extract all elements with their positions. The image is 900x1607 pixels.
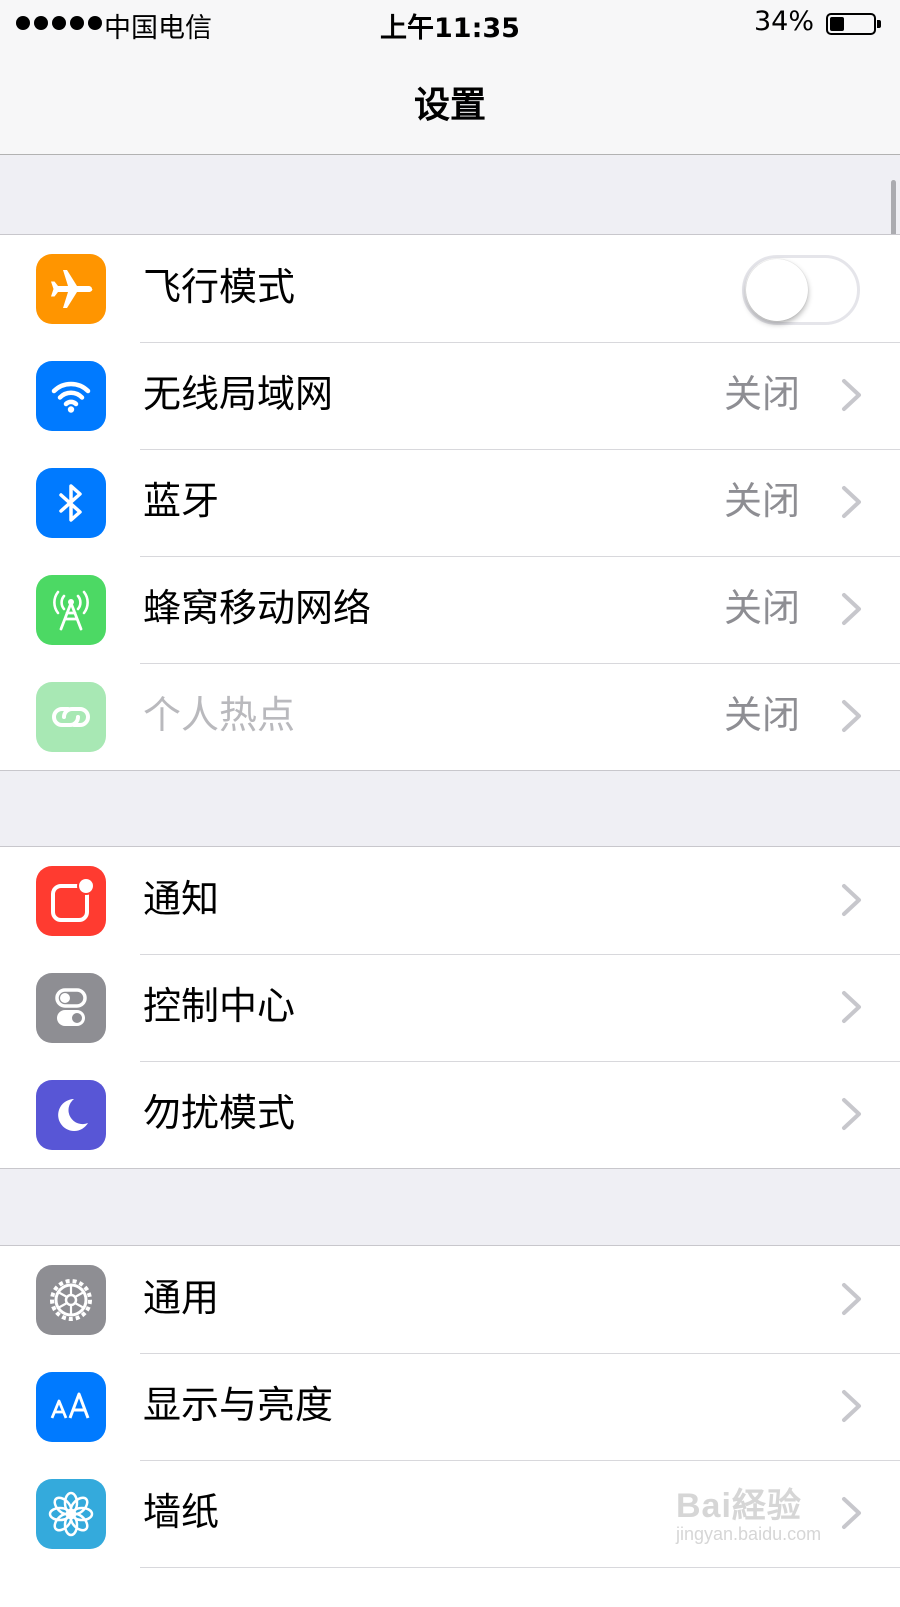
settings-row-value: 关闭	[723, 586, 800, 630]
settings-row-label: 显示与亮度	[143, 1383, 334, 1427]
battery-fill	[830, 17, 844, 31]
settings-row-notifications[interactable]: 通知	[0, 847, 900, 954]
chevron-right-icon	[842, 991, 861, 1023]
battery-icon	[826, 13, 881, 35]
wifi-icon	[36, 361, 106, 431]
settings-row-cellular[interactable]: 蜂窝移动网络 关闭	[0, 556, 900, 663]
settings-row-value: 关闭	[723, 693, 800, 737]
chevron-right-icon	[842, 1283, 861, 1315]
moon-icon	[36, 1080, 106, 1150]
settings-row-value: 关闭	[723, 372, 800, 416]
page-title: 设置	[413, 85, 486, 126]
watermark-site: jingyan.baidu.com	[676, 1524, 822, 1544]
chevron-right-icon	[842, 700, 861, 732]
navigation-bar: 设置	[0, 50, 900, 155]
airplane-icon	[36, 254, 106, 324]
chevron-right-icon	[842, 593, 861, 625]
settings-row-display-brightness[interactable]: 显示与亮度	[0, 1353, 900, 1460]
settings-row-general[interactable]: 通用	[0, 1246, 900, 1353]
hotspot-chain-icon	[36, 682, 106, 752]
airplane-mode-toggle[interactable]	[742, 255, 860, 325]
chevron-right-icon	[842, 486, 861, 518]
flower-icon	[36, 1479, 106, 1549]
settings-row-label: 飞行模式	[143, 265, 296, 309]
settings-row-bluetooth[interactable]: 蓝牙 关闭	[0, 449, 900, 556]
settings-row-personal-hotspot[interactable]: 个人热点 关闭	[0, 663, 900, 770]
settings-row-label: 控制中心	[143, 984, 296, 1028]
settings-group-general: 通用 显示与亮度 墙纸	[0, 1245, 900, 1607]
settings-row-label: 无线局域网	[143, 372, 334, 416]
settings-row-control-center[interactable]: 控制中心	[0, 954, 900, 1061]
settings-row-label: 通知	[143, 877, 220, 921]
watermark: Bai経验 jingyan.baidu.com	[676, 1478, 876, 1550]
settings-group-notifications: 通知 控制中心 勿扰模式	[0, 846, 900, 1169]
settings-row-do-not-disturb[interactable]: 勿扰模式	[0, 1061, 900, 1168]
chevron-right-icon	[842, 884, 861, 916]
settings-row-partial	[0, 1567, 900, 1607]
settings-row-label: 个人热点	[143, 693, 296, 737]
chevron-right-icon	[842, 379, 861, 411]
settings-group-connectivity: 飞行模式 无线局域网 关闭 蓝牙 关闭 蜂窝移动网络 关闭 个人热点 关闭	[0, 234, 900, 771]
cellular-antenna-icon	[36, 575, 106, 645]
battery-percent: 34%	[753, 6, 814, 37]
settings-row-label: 蓝牙	[143, 479, 220, 523]
chevron-right-icon	[842, 1390, 861, 1422]
settings-row-label: 勿扰模式	[143, 1091, 296, 1135]
bluetooth-icon	[36, 468, 106, 538]
settings-row-wifi[interactable]: 无线局域网 关闭	[0, 342, 900, 449]
text-size-aa-icon	[36, 1372, 106, 1442]
toggle-knob	[746, 259, 808, 321]
settings-row-label: 通用	[143, 1276, 220, 1320]
notifications-icon	[36, 866, 106, 936]
settings-row-label: 蜂窝移动网络	[143, 586, 372, 630]
settings-row-airplane-mode[interactable]: 飞行模式	[0, 235, 900, 342]
control-center-icon	[36, 973, 106, 1043]
chevron-right-icon	[842, 1098, 861, 1130]
watermark-brand: Bai経验	[676, 1487, 802, 1525]
settings-row-label: 墙纸	[143, 1490, 220, 1534]
status-bar: 中国电信 上午11:35 34%	[0, 0, 900, 50]
settings-row-value: 关闭	[723, 479, 800, 523]
gear-icon	[36, 1265, 106, 1335]
